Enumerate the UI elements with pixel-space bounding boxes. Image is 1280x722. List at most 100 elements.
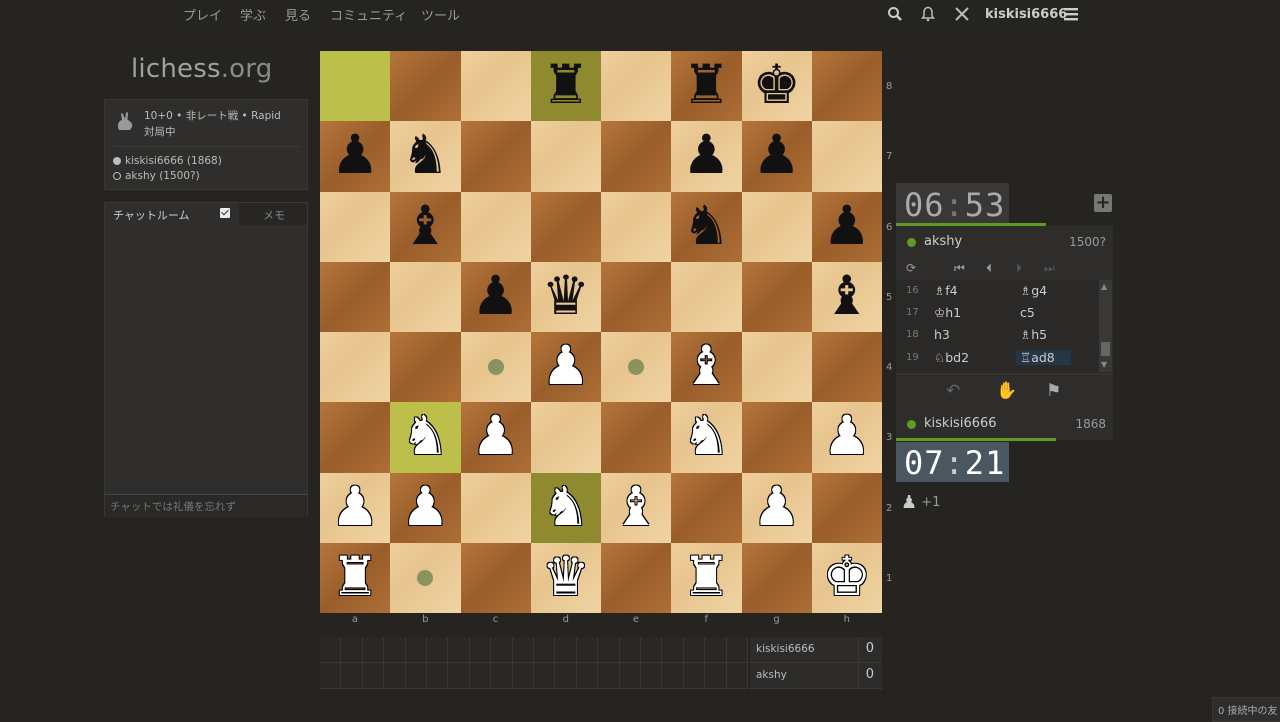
scroll-up-icon[interactable]: ▲ [1101,282,1107,291]
white-pawn-icon[interactable]: ♟ [390,473,460,543]
white-pawn-icon[interactable]: ♟ [461,402,531,472]
square-c4[interactable] [460,332,531,403]
white-bishop-icon[interactable]: ♝ [601,473,671,543]
square-a5[interactable] [320,261,391,332]
square-f2[interactable] [671,472,742,543]
square-e1[interactable] [601,542,672,613]
next-move-icon[interactable]: ⏵ [1016,261,1022,276]
square-b5[interactable] [390,261,461,332]
square-b7[interactable]: ♞ [390,121,461,192]
black-player-link[interactable]: akshy (1500?) [113,170,200,182]
square-f8[interactable]: ♜ [671,51,742,122]
square-h6[interactable]: ♟ [811,191,882,262]
white-pawn-icon[interactable]: ♟ [812,402,882,472]
square-a4[interactable] [320,332,391,403]
black-pawn-icon[interactable]: ♟ [812,192,882,262]
nav-community[interactable]: コミュニティ [330,5,407,24]
white-move[interactable]: ♗f4 [934,283,958,298]
square-a6[interactable] [320,191,391,262]
black-pawn-icon[interactable]: ♟ [671,121,741,191]
white-bishop-icon[interactable]: ♝ [671,332,741,402]
square-a8[interactable] [320,51,391,122]
move-list-scrollbar[interactable]: ▲ ▼ [1099,280,1112,372]
search-icon[interactable] [886,6,904,24]
white-king-icon[interactable]: ♚ [812,543,882,613]
square-b6[interactable]: ♝ [390,191,461,262]
black-move[interactable]: ♗g4 [1020,283,1047,298]
white-rook-icon[interactable]: ♜ [320,543,390,613]
black-knight-icon[interactable]: ♞ [390,121,460,191]
white-pawn-icon[interactable]: ♟ [531,332,601,402]
square-b3[interactable]: ♞ [390,402,461,473]
square-g6[interactable] [741,191,812,262]
nav-watch[interactable]: 見る [285,5,311,24]
square-g2[interactable]: ♟ [741,472,812,543]
black-knight-icon[interactable]: ♞ [671,192,741,262]
square-g1[interactable] [741,542,812,613]
square-d6[interactable] [530,191,601,262]
current-move[interactable]: ♖ad8 [1016,350,1071,365]
square-h1[interactable]: ♚ [811,542,882,613]
square-a1[interactable]: ♜ [320,542,391,613]
score-player-name[interactable]: akshy [756,669,787,681]
move-hint-dot[interactable] [417,569,434,586]
white-move[interactable]: h3 [934,327,950,342]
black-rook-icon[interactable]: ♜ [671,51,741,121]
square-e5[interactable] [601,261,672,332]
white-move[interactable]: ♔h1 [934,305,961,320]
square-d7[interactable] [530,121,601,192]
white-pawn-icon[interactable]: ♟ [742,473,812,543]
square-g7[interactable]: ♟ [741,121,812,192]
square-h4[interactable] [811,332,882,403]
tab-chat-room[interactable]: チャットルーム [105,203,238,225]
add-time-button[interactable]: + [1094,194,1112,212]
offer-draw-icon[interactable]: ✋ [996,381,1017,401]
square-e6[interactable] [601,191,672,262]
square-c5[interactable]: ♟ [460,261,531,332]
square-b2[interactable]: ♟ [390,472,461,543]
square-f4[interactable]: ♝ [671,332,742,403]
username-link[interactable]: kiskisi6666 [985,7,1067,22]
swords-icon[interactable] [953,6,971,24]
friends-box[interactable]: 0 接続中の友 [1212,697,1280,722]
square-h8[interactable] [811,51,882,122]
white-rook-icon[interactable]: ♜ [671,543,741,613]
black-rook-icon[interactable]: ♜ [531,51,601,121]
bell-icon[interactable] [919,6,937,24]
prev-move-icon[interactable]: ⏴ [986,261,992,276]
white-player-link[interactable]: kiskisi6666 (1868) [113,155,222,167]
scroll-down-icon[interactable]: ▼ [1101,360,1107,369]
square-f7[interactable]: ♟ [671,121,742,192]
square-f1[interactable]: ♜ [671,542,742,613]
opponent-name[interactable]: akshy [924,234,962,249]
square-d4[interactable]: ♟ [530,332,601,403]
square-f6[interactable]: ♞ [671,191,742,262]
move-hint-dot[interactable] [487,359,504,375]
square-h5[interactable]: ♝ [811,261,882,332]
square-c8[interactable] [460,51,531,122]
takeback-icon[interactable]: ↶ [946,381,960,401]
square-g5[interactable] [741,261,812,332]
black-bishop-icon[interactable]: ♝ [812,262,882,332]
square-g8[interactable]: ♚ [741,51,812,122]
chat-toggle-checkbox[interactable] [220,208,230,218]
square-c3[interactable]: ♟ [460,402,531,473]
square-d8[interactable]: ♜ [530,51,601,122]
white-pawn-icon[interactable]: ♟ [320,473,390,543]
square-a7[interactable]: ♟ [320,121,391,192]
nav-tools[interactable]: ツール [421,5,460,24]
square-d1[interactable]: ♛ [530,542,601,613]
square-h2[interactable] [811,472,882,543]
square-b4[interactable] [390,332,461,403]
black-move[interactable]: ♗h5 [1020,327,1047,342]
chat-input[interactable]: チャットでは礼儀を忘れず [105,494,307,517]
square-f5[interactable] [671,261,742,332]
square-e2[interactable]: ♝ [601,472,672,543]
flip-board-icon[interactable]: ⟳ [906,261,916,275]
white-knight-icon[interactable]: ♞ [671,402,741,472]
square-b1[interactable] [390,542,461,613]
last-move-icon[interactable]: ⏭ [1044,261,1055,276]
resign-flag-icon[interactable]: ⚑ [1046,381,1061,401]
white-queen-icon[interactable]: ♛ [531,543,601,613]
square-d5[interactable]: ♛ [530,261,601,332]
